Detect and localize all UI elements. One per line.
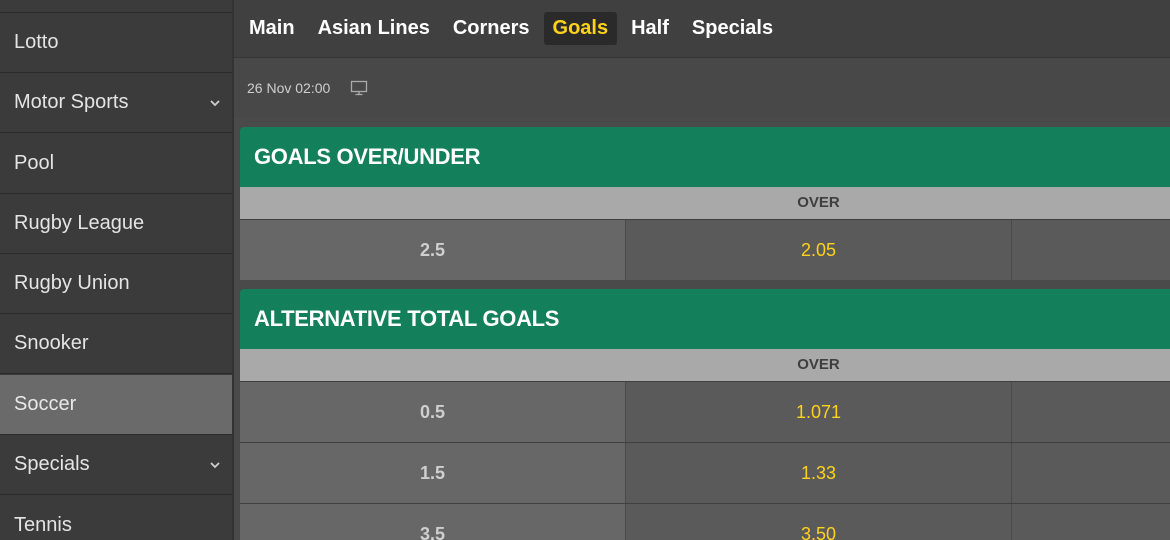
tab-specials[interactable]: Specials bbox=[683, 12, 782, 45]
sidebar-item-soccer[interactable]: Soccer bbox=[0, 375, 232, 435]
odds-row: 3.5 3.50 bbox=[240, 503, 1170, 540]
sidebar-item-rugby-union[interactable]: Rugby Union bbox=[0, 254, 232, 314]
sidebar-item-motor-sports[interactable]: Motor Sports bbox=[0, 73, 232, 133]
tab-asian-lines[interactable]: Asian Lines bbox=[309, 12, 439, 45]
column-header-over: OVER bbox=[797, 194, 840, 211]
chevron-down-icon bbox=[210, 461, 220, 468]
over-odds-button[interactable]: 1.071 bbox=[626, 382, 1011, 442]
odds-row: 2.5 2.05 bbox=[240, 219, 1170, 280]
goal-line: 1.5 bbox=[240, 443, 625, 503]
sidebar-item-lotto[interactable]: Lotto bbox=[0, 13, 232, 73]
sidebar-item-label: Pool bbox=[14, 152, 55, 174]
goal-line: 3.5 bbox=[240, 504, 625, 540]
sidebar-item-specials[interactable]: Specials bbox=[0, 435, 232, 495]
tv-icon[interactable] bbox=[350, 79, 368, 97]
goal-line: 0.5 bbox=[240, 382, 625, 442]
market-title[interactable]: GOALS OVER/UNDER bbox=[240, 127, 1170, 187]
sport-sidebar: Lotto Motor Sports Pool Rugby League Rug… bbox=[0, 0, 232, 540]
sidebar-item-label: Snooker bbox=[14, 332, 89, 354]
sidebar-item-pool[interactable]: Pool bbox=[0, 134, 232, 194]
over-odds-button[interactable]: 1.33 bbox=[626, 443, 1011, 503]
over-odds-button[interactable]: 2.05 bbox=[626, 220, 1011, 280]
market-panel: Main Asian Lines Corners Goals Half Spec… bbox=[234, 0, 1170, 540]
column-header: OVER bbox=[240, 187, 1170, 219]
sidebar-item-tennis[interactable]: Tennis bbox=[0, 496, 232, 540]
odds-row: 1.5 1.33 bbox=[240, 442, 1170, 503]
over-odds-button[interactable]: 3.50 bbox=[626, 504, 1011, 540]
event-info-bar: 26 Nov 02:00 bbox=[234, 58, 1170, 118]
goal-line: 2.5 bbox=[240, 220, 625, 280]
sidebar-item-label: Soccer bbox=[14, 393, 77, 415]
under-odds-button[interactable] bbox=[1012, 382, 1170, 442]
under-odds-button[interactable] bbox=[1012, 443, 1170, 503]
under-odds-button[interactable] bbox=[1012, 504, 1170, 540]
odds-row: 0.5 1.071 bbox=[240, 381, 1170, 442]
market-alternative-total-goals: ALTERNATIVE TOTAL GOALS OVER 0.5 1.071 1… bbox=[240, 289, 1170, 540]
tab-half[interactable]: Half bbox=[622, 12, 678, 45]
column-header: OVER bbox=[240, 349, 1170, 381]
under-odds-button[interactable] bbox=[1012, 220, 1170, 280]
tab-main[interactable]: Main bbox=[240, 12, 304, 45]
market-tabs: Main Asian Lines Corners Goals Half Spec… bbox=[234, 0, 1170, 58]
app-root: Lotto Motor Sports Pool Rugby League Rug… bbox=[0, 0, 1170, 540]
sidebar-item-label: Rugby League bbox=[14, 212, 145, 234]
market-title[interactable]: ALTERNATIVE TOTAL GOALS bbox=[240, 289, 1170, 349]
chevron-down-icon bbox=[210, 99, 220, 106]
market-goals-over-under: GOALS OVER/UNDER OVER 2.5 2.05 bbox=[240, 127, 1170, 280]
sidebar-item-label: Motor Sports bbox=[14, 91, 129, 113]
sidebar-item-label: Rugby Union bbox=[14, 272, 130, 294]
sidebar-item-label: Tennis bbox=[14, 514, 72, 536]
tab-corners[interactable]: Corners bbox=[444, 12, 539, 45]
column-header-over: OVER bbox=[797, 356, 840, 373]
sidebar-item-label: Lotto bbox=[14, 31, 59, 53]
sidebar-item-rugby-league[interactable]: Rugby League bbox=[0, 194, 232, 254]
event-datetime: 26 Nov 02:00 bbox=[247, 80, 331, 96]
sidebar-item-snooker[interactable]: Snooker bbox=[0, 314, 232, 374]
sidebar-item-label: Specials bbox=[14, 453, 90, 475]
tab-goals[interactable]: Goals bbox=[543, 12, 618, 45]
